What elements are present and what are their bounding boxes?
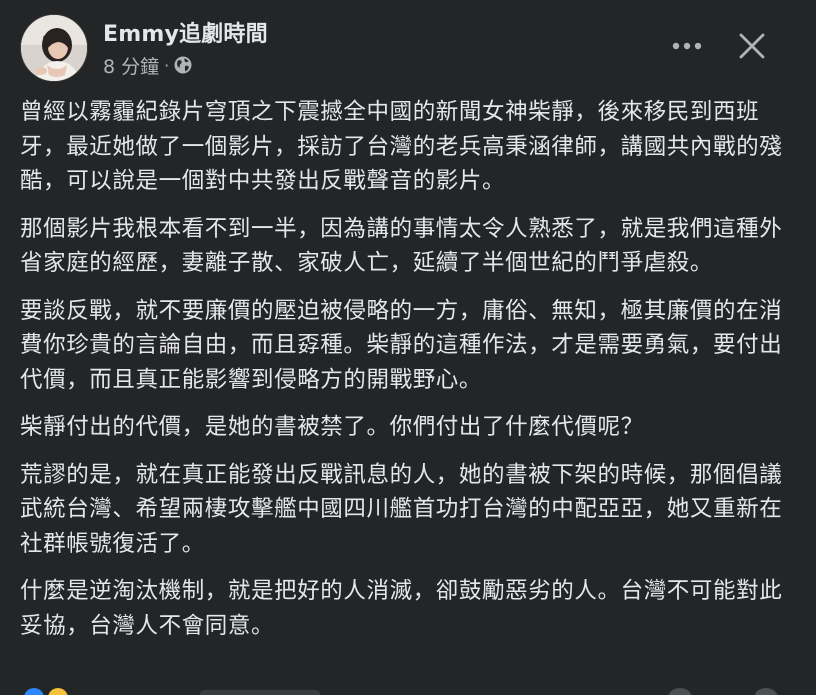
more-options-button[interactable] bbox=[666, 26, 708, 66]
post-paragraph: 荒謬的是，就在真正能發出反戰訊息的人，她的書被下架的時候，那個倡議武統台灣、希望… bbox=[20, 461, 783, 557]
post-paragraph: 柴靜付出的代價，是她的書被禁了。你們付出了什麼代價呢？ bbox=[20, 414, 644, 440]
reaction-names-placeholder bbox=[200, 690, 320, 695]
post-paragraph: 那個影片我根本看不到一半，因為講的事情太令人熟悉了，就是我們這種外省家庭的經歷，… bbox=[20, 215, 783, 277]
post-paragraph: 曾經以霧霾紀錄片穹頂之下震撼全中國的新聞女神柴靜，後來移民到西班牙，最近她做了一… bbox=[20, 99, 783, 194]
facebook-post: Emmy追劇時間 8 分鐘 · 曾經以霧霾紀錄片穹頂之下震撼全中國的新聞女神柴靜… bbox=[0, 0, 816, 695]
post-paragraph: 什麼是逆淘汰機制，就是把好的人消滅，卻鼓勵惡劣的人。台灣不可能對此妥協，台灣人不… bbox=[20, 578, 783, 639]
post-paragraph: 要談反戰，就不要廉價的壓迫被侵略的一方，庸俗、無知，極其廉價的在消費你珍貴的言論… bbox=[20, 297, 783, 393]
reactions-bar-peek bbox=[0, 684, 816, 695]
comment-icon[interactable] bbox=[668, 688, 692, 695]
post-timestamp[interactable]: 8 分鐘 bbox=[103, 52, 159, 79]
post-header: Emmy追劇時間 8 分鐘 · bbox=[0, 0, 816, 92]
avatar-image bbox=[21, 15, 87, 81]
globe-icon[interactable] bbox=[173, 55, 193, 75]
post-body: 曾經以霧霾紀錄片穹頂之下震撼全中國的新聞女神柴靜，後來移民到西班牙，最近她做了一… bbox=[20, 95, 785, 656]
post-meta: 8 分鐘 · bbox=[103, 52, 193, 78]
author-name[interactable]: Emmy追劇時間 bbox=[103, 16, 268, 48]
haha-reaction-icon[interactable] bbox=[48, 688, 68, 695]
close-icon bbox=[739, 33, 765, 59]
meta-separator: · bbox=[164, 55, 170, 75]
share-icon[interactable] bbox=[754, 688, 778, 695]
like-reaction-icon[interactable] bbox=[24, 688, 44, 695]
author-avatar[interactable] bbox=[20, 14, 88, 82]
close-button[interactable] bbox=[730, 24, 774, 68]
more-horizontal-icon bbox=[672, 42, 702, 50]
